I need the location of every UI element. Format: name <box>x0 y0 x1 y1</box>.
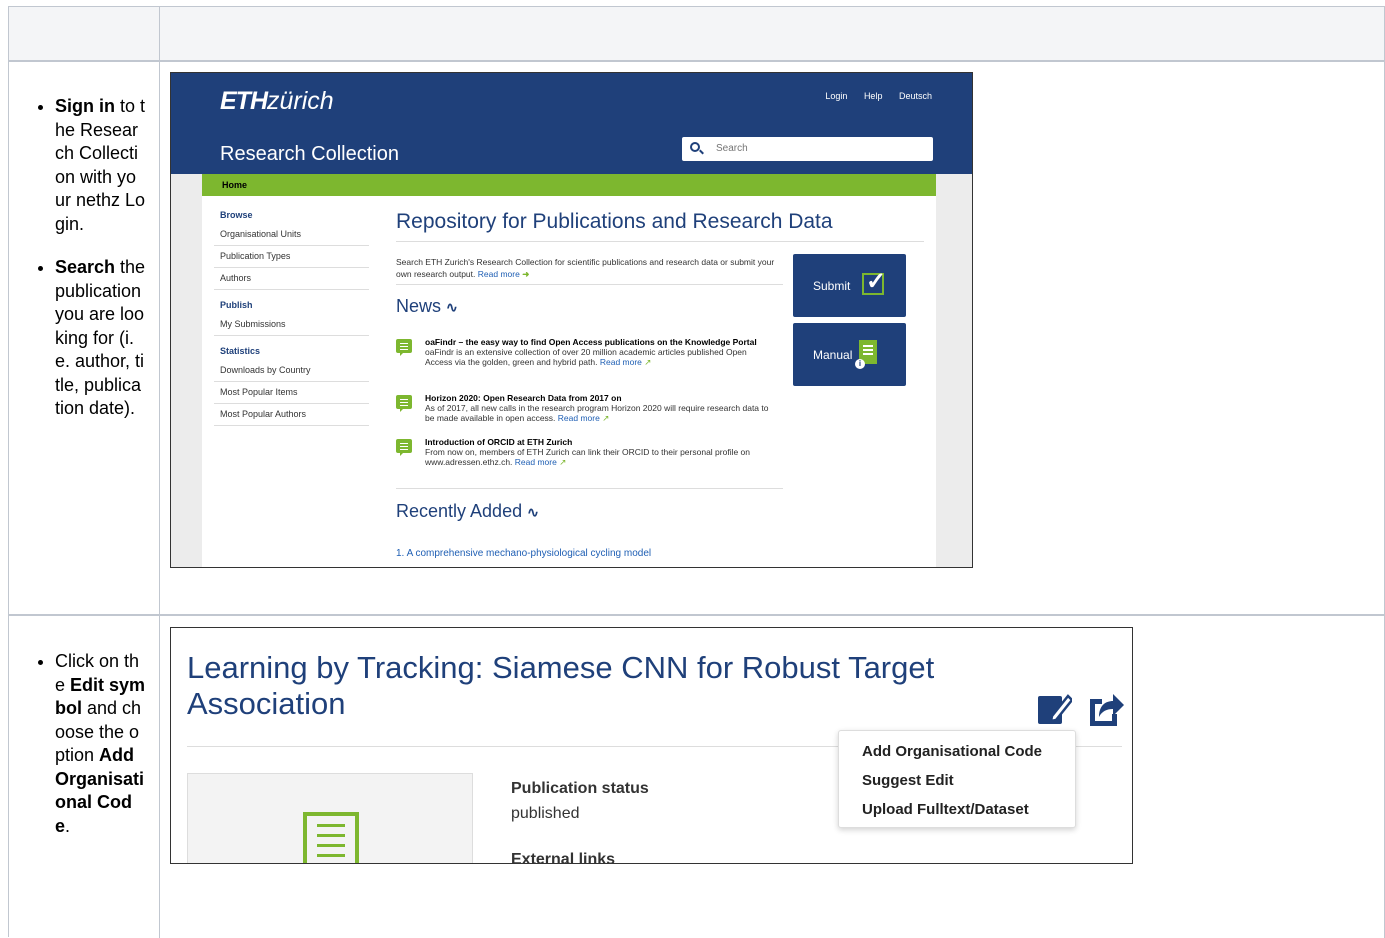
column-divider <box>159 7 160 938</box>
recently-added-heading: Recently Added ∿ <box>396 501 539 521</box>
sidebar-item-organisational-units[interactable]: Organisational Units <box>214 224 369 246</box>
manual-document-icon: i <box>855 340 877 369</box>
external-links-label: External links <box>511 851 616 864</box>
divider <box>396 488 783 489</box>
divider <box>396 284 783 285</box>
read-more-link[interactable]: Read more <box>600 357 642 367</box>
news-heading: News ∿ <box>396 296 458 316</box>
checkbox-check-icon <box>862 267 886 296</box>
sidebar-item-publication-types[interactable]: Publication Types <box>214 246 369 268</box>
manual-button[interactable]: Manual i <box>793 323 906 386</box>
sidebar-heading-publish: Publish <box>220 300 253 310</box>
language-link[interactable]: Deutsch <box>899 91 932 101</box>
search-box[interactable] <box>682 137 933 161</box>
breadcrumb: Home <box>202 174 936 196</box>
eth-logo[interactable]: ETHzürich <box>220 87 334 116</box>
menu-item-upload-fulltext[interactable]: Upload Fulltext/Dataset <box>862 801 1029 818</box>
sidebar-item-downloads-by-country[interactable]: Downloads by Country <box>214 360 369 382</box>
instructions-row-2: Click on the Edit symbol and choose the … <box>38 650 146 858</box>
arrow-right-icon: ➜ <box>522 269 530 279</box>
submit-button[interactable]: Submit <box>793 254 906 317</box>
news-item: Introduction of ORCID at ETH Zurich From… <box>396 437 776 467</box>
sidebar-item-most-popular-items[interactable]: Most Popular Items <box>214 382 369 404</box>
sidebar: Browse Organisational Units Publication … <box>214 210 369 426</box>
publication-status-value: published <box>511 805 580 822</box>
publication-screenshot: Learning by Tracking: Siamese CNN for Ro… <box>170 627 1133 864</box>
news-title[interactable]: Introduction of ORCID at ETH Zurich <box>425 437 776 447</box>
instruction-sign-in: Sign in to the Research Collection with … <box>55 95 146 236</box>
menu-item-add-organisational-code[interactable]: Add Organisational Code <box>862 743 1042 760</box>
publication-status-label: Publication status <box>511 780 649 797</box>
instruction-search: Search the publication you are looking f… <box>55 256 146 421</box>
news-item: oaFindr – the easy way to find Open Acce… <box>396 337 776 367</box>
login-link[interactable]: Login <box>825 91 847 101</box>
news-item: Horizon 2020: Open Research Data from 20… <box>396 393 776 423</box>
read-more-link[interactable]: Read more <box>515 457 557 467</box>
share-icon[interactable] <box>1086 689 1124 727</box>
external-link-icon: ↗ <box>559 457 567 467</box>
external-link-icon: ↗ <box>644 357 652 367</box>
table-header-row <box>9 7 1385 62</box>
breadcrumb-home[interactable]: Home <box>222 180 247 190</box>
rss-icon[interactable]: ∿ <box>527 504 539 521</box>
document-icon <box>303 812 359 863</box>
news-title[interactable]: oaFindr – the easy way to find Open Acce… <box>425 337 776 347</box>
row-divider <box>9 614 1385 616</box>
help-link[interactable]: Help <box>864 91 883 101</box>
news-body: From now on, members of ETH Zurich can l… <box>425 447 751 467</box>
site-title[interactable]: Research Collection <box>220 143 399 166</box>
edit-dropdown-menu: Add Organisational Code Suggest Edit Upl… <box>838 730 1076 828</box>
sidebar-item-authors[interactable]: Authors <box>214 268 369 290</box>
intro-text: Search ETH Zurich's Research Collection … <box>396 257 775 279</box>
sidebar-heading-browse: Browse <box>220 210 253 220</box>
sidebar-item-my-submissions[interactable]: My Submissions <box>214 314 369 336</box>
sidebar-heading-statistics: Statistics <box>220 346 261 356</box>
divider <box>396 241 924 242</box>
site-header: ETHzürich Login Help Deutsch Research Co… <box>171 73 972 174</box>
speech-bubble-icon <box>396 439 412 456</box>
rss-icon[interactable]: ∿ <box>446 299 458 316</box>
edit-icon[interactable] <box>1038 690 1072 726</box>
sidebar-item-most-popular-authors[interactable]: Most Popular Authors <box>214 404 369 426</box>
publication-title: Learning by Tracking: Siamese CNN for Ro… <box>187 650 935 721</box>
speech-bubble-icon <box>396 395 412 412</box>
news-body: oaFindr is an extensive collection of ov… <box>425 347 747 367</box>
read-more-link[interactable]: Read more <box>478 269 520 279</box>
instruction-edit: Click on the Edit symbol and choose the … <box>55 650 146 838</box>
search-icon[interactable] <box>690 142 700 152</box>
external-link-icon: ↗ <box>602 413 610 423</box>
read-more-link[interactable]: Read more <box>558 413 600 423</box>
speech-bubble-icon <box>396 339 412 356</box>
search-input[interactable] <box>714 140 914 157</box>
news-title[interactable]: Horizon 2020: Open Research Data from 20… <box>425 393 776 403</box>
page-title: Repository for Publications and Research… <box>396 210 833 233</box>
research-collection-screenshot: ETHzürich Login Help Deutsch Research Co… <box>170 72 973 568</box>
file-thumbnail[interactable] <box>187 773 473 863</box>
recent-item[interactable]: 1. A comprehensive mechano-physiological… <box>396 548 651 559</box>
info-icon: i <box>855 359 865 369</box>
top-links: Login Help Deutsch <box>811 91 932 101</box>
instructions-row-1: Sign in to the Research Collection with … <box>38 95 146 441</box>
menu-item-suggest-edit[interactable]: Suggest Edit <box>862 772 954 789</box>
page-content: Home Browse Organisational Units Publica… <box>202 174 936 567</box>
